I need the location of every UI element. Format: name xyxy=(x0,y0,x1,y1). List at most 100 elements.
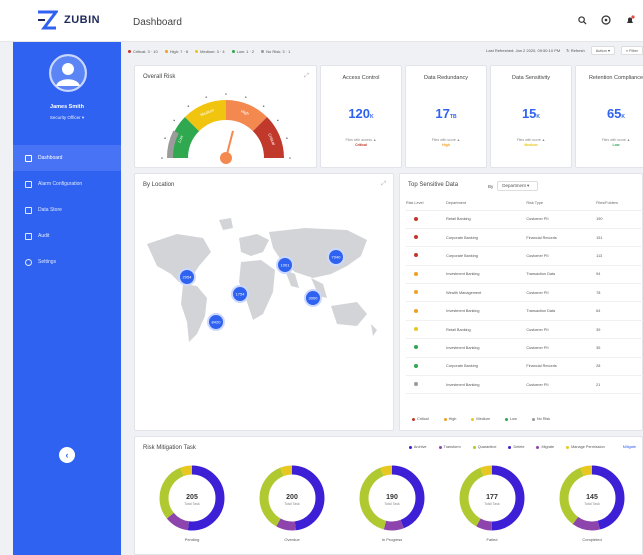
gauge-tick xyxy=(161,157,163,159)
donut-chart: 205 Total Task Pending xyxy=(157,463,227,543)
metric-card: Data Sensitivity 15K Files with score ▲ Med… xyxy=(490,65,572,168)
action-dropdown[interactable]: Action ▾ xyxy=(590,46,615,55)
mitigate-link[interactable]: Mitigate xyxy=(623,445,636,449)
sidebar-item-dashboard[interactable]: Dashboard xyxy=(13,145,121,171)
collapse-sidebar-button[interactable]: ‹ xyxy=(59,447,75,463)
cell-risk-type: Transaction Data xyxy=(526,301,597,321)
column-header[interactable]: Risk Type xyxy=(526,196,597,211)
notification-icon[interactable] xyxy=(623,13,637,27)
donut-subtitle: Total Task xyxy=(484,502,500,506)
cell-department: Retail Banking xyxy=(446,320,527,340)
sidebar-item-label: Audit xyxy=(38,233,50,239)
metric-note-level: High xyxy=(442,143,450,147)
donut-total: 145 xyxy=(586,494,598,501)
donut-chart: 177 Total Task Failed xyxy=(457,463,527,543)
sidebar-item-data-store[interactable]: Data Store xyxy=(13,197,121,223)
metric-note: Files with score ▲ Medium xyxy=(491,138,571,148)
status-dot xyxy=(195,49,199,53)
donut-chart: 200 Total Task Overdue xyxy=(257,463,327,543)
user-name: James Smith xyxy=(50,104,84,110)
column-header[interactable]: Department xyxy=(446,196,527,211)
donut-graphic: 145Total Task xyxy=(559,465,625,531)
risk-level-dot xyxy=(414,216,418,221)
table-row[interactable]: Corporate Banking Financial Records 151 xyxy=(406,228,643,248)
refresh-button[interactable]: ↻ Refresh xyxy=(566,48,585,53)
cell-department: Investment Banking xyxy=(446,338,527,358)
risk-level-cell xyxy=(406,338,447,358)
sensitive-data-table: Risk Level Department Risk Type Files/Fo… xyxy=(406,196,643,395)
risk-level-cell xyxy=(406,228,447,248)
status-dot xyxy=(536,445,540,449)
cell-risk-type: Customer PII xyxy=(526,338,597,358)
metric-unit: K xyxy=(370,114,374,120)
table-row[interactable]: Retail Banking Customer PII 39 xyxy=(406,320,643,340)
donut-status-label: Pending xyxy=(184,537,200,542)
risk-level-cell xyxy=(406,375,447,395)
metric-card: Data Redundancy 17TB Files with score ▲ Hig… xyxy=(405,65,487,168)
top-bar: ZUBIN Dashboard xyxy=(0,0,643,42)
risk-level-cell xyxy=(406,265,447,285)
table-row[interactable]: Corporate Banking Customer PII 113 xyxy=(406,246,643,266)
avatar[interactable] xyxy=(49,54,87,92)
risk-summary-legend: Critical: 3 · 10 High: 7 · 8 Medium: 3 · 4… xyxy=(128,49,297,54)
search-icon[interactable] xyxy=(575,13,589,27)
donut-status-label: Completed xyxy=(582,537,602,542)
mitigation-legend-item: Archive xyxy=(408,445,427,449)
donut-subtitle: Total Task xyxy=(584,502,600,506)
table-row[interactable]: Investment Banking Transaction Data 94 xyxy=(406,265,643,285)
sidebar-item-label: Data Store xyxy=(38,207,62,213)
table-row[interactable]: Investment Banking Customer PII 35 xyxy=(406,338,643,358)
donut-status-label: In Progress xyxy=(381,537,403,542)
metric-number: 17 xyxy=(435,106,450,121)
donut-total: 190 xyxy=(386,494,398,501)
chevron-left-icon: ‹ xyxy=(65,450,69,460)
donut-subtitle: Total Task xyxy=(284,502,300,506)
donut-graphic: 200Total Task xyxy=(259,465,325,531)
column-header[interactable]: Files/Folders xyxy=(596,196,643,211)
table-row[interactable]: Wealth Management Customer PII 78 xyxy=(406,283,643,303)
gauge-tick xyxy=(187,105,190,108)
risk-level-dot xyxy=(414,271,418,276)
risk-level-cell xyxy=(406,320,447,340)
filter-button[interactable]: ▿ Filter xyxy=(620,46,643,55)
chevron-down-icon: ▾ xyxy=(527,183,530,188)
metric-value: 17TB xyxy=(406,106,486,121)
metric-title: Data Sensitivity xyxy=(512,75,550,81)
mitigation-legend-label: Manage Permission xyxy=(571,445,605,449)
donut-chart: 190 Total Task In Progress xyxy=(357,463,427,543)
chevron-down-icon: ▾ xyxy=(81,115,85,120)
location-bubble-label: 8420 xyxy=(212,320,222,325)
risk-summary-label: High: 7 · 8 xyxy=(169,48,189,54)
logo[interactable]: ZUBIN xyxy=(36,10,100,30)
cell-risk-type: Customer PII xyxy=(526,283,597,303)
sidebar-item-alarm-configuration[interactable]: Alarm Configuration xyxy=(13,171,121,197)
table-row[interactable]: Investment Banking Transaction Data 64 xyxy=(406,301,643,321)
risk-level-cell xyxy=(406,301,447,321)
status-dot xyxy=(164,49,168,53)
risk-summary-label: Medium: 3 · 4 xyxy=(200,48,225,54)
metric-title: Data Redundancy xyxy=(423,75,469,81)
risk-legend-item: Low xyxy=(504,417,517,421)
gauge-tick xyxy=(173,119,176,122)
user-icon xyxy=(51,56,85,90)
risk-legend-label: Critical xyxy=(417,417,429,421)
metric-note-level: Low xyxy=(612,143,620,147)
risk-level-dot xyxy=(414,382,418,387)
sidebar-item-settings[interactable]: Settings xyxy=(13,249,121,275)
status-dot xyxy=(231,49,235,53)
table-row[interactable]: Corporate Banking Financial Records 28 xyxy=(406,357,643,377)
audit-icon xyxy=(25,232,32,240)
metric-title: Retention Compliance xyxy=(588,75,643,81)
metric-note: Files with access ▲ Critical xyxy=(321,138,401,148)
sidebar-item-audit[interactable]: Audit xyxy=(13,223,121,249)
metric-title: Access Control xyxy=(342,75,380,81)
group-by-value: Department xyxy=(502,183,526,188)
group-by-select[interactable]: Department ▾ xyxy=(497,181,539,191)
risk-level-dot xyxy=(414,253,418,258)
user-role[interactable]: Security Officer ▾ xyxy=(13,115,121,121)
table-row[interactable]: Investment Banking Customer PII 21 xyxy=(406,375,643,395)
table-row[interactable]: Retail Banking Customer PII 190 xyxy=(406,210,643,229)
column-header[interactable]: Risk Level xyxy=(406,196,447,211)
status-dot xyxy=(504,417,508,421)
help-icon[interactable] xyxy=(599,13,613,27)
